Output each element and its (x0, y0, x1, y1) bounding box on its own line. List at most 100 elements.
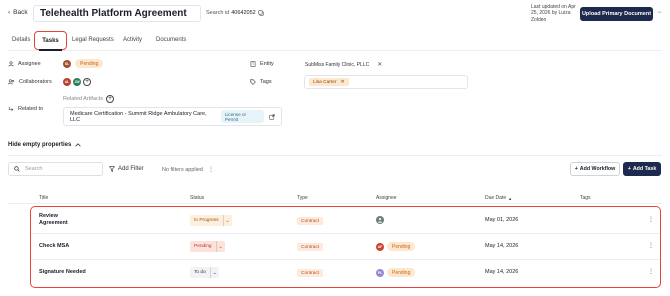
filter-icon (109, 166, 115, 172)
related-to-row: Related to (8, 106, 43, 112)
chevron-down-icon: ⌄ (209, 267, 219, 278)
assignee-row: Assignee (8, 61, 41, 67)
row-menu-icon[interactable]: ⋮ (648, 216, 654, 223)
add-filter-button[interactable]: Add Filter (109, 166, 144, 172)
column-header-tags[interactable]: Tags (580, 195, 591, 201)
plus-icon: + (574, 166, 578, 172)
column-header-due-date[interactable]: Due Date ▲ (485, 195, 512, 201)
tab-tasks[interactable]: Tasks (34, 31, 67, 50)
assignee-cell[interactable]: AF Pending (376, 242, 416, 251)
avatar: SL (63, 59, 71, 68)
tab-documents[interactable]: Documents (156, 37, 186, 43)
collaborators-row: Collaborators (8, 79, 52, 85)
status-badge: Pending (387, 268, 416, 277)
building-icon (250, 61, 256, 67)
vertical-dots-icon[interactable]: ⋮ (208, 166, 214, 173)
no-filters-indicator: No filters applied ⋮ (162, 166, 214, 174)
type-badge: Contract (297, 243, 324, 251)
due-date: May 01, 2026 (485, 217, 519, 223)
search-id-value: 40642052 (231, 10, 256, 16)
chevron-up-icon (75, 143, 82, 147)
no-filters-label: No filters applied (162, 166, 203, 173)
tag-chip: Lisa Carter ✕ (309, 78, 349, 86)
status-dropdown[interactable]: Pending ⌄ (190, 241, 225, 252)
add-filter-label: Add Filter (118, 166, 144, 172)
avatar: AL (63, 78, 71, 86)
assignee-value[interactable]: SL Pending (63, 59, 104, 68)
column-header-assignee[interactable]: Assignee (376, 195, 397, 201)
add-collaborator-icon[interactable]: + (83, 78, 91, 86)
status-label: Pending (194, 244, 212, 249)
last-updated-text: Last updated on Apr 25, 2026 by Luiza Zo… (531, 4, 576, 23)
status-dropdown[interactable]: In Progress ⌄ (190, 215, 232, 226)
add-artifact-icon[interactable]: + (106, 95, 115, 103)
add-workflow-button[interactable]: + Add Workflow (570, 162, 620, 176)
task-title[interactable]: Review Agreement (39, 213, 79, 227)
status-dropdown[interactable]: To do ⌄ (190, 267, 219, 278)
artifact-name: Medicare Certification - Summit Ridge Am… (70, 110, 207, 123)
tab-legal-requests[interactable]: Legal Requests (72, 37, 114, 43)
due-date: May 14, 2026 (485, 243, 519, 249)
user-icon (8, 61, 14, 67)
task-rows-highlight (30, 206, 661, 288)
search-id-label: Search id (206, 10, 230, 16)
search-input[interactable]: Search (8, 162, 103, 176)
column-header-type[interactable]: Type (297, 195, 308, 201)
section-divider (8, 155, 662, 156)
tab-divider (8, 50, 662, 51)
add-task-button[interactable]: + Add Task (623, 162, 661, 176)
assignee-cell[interactable]: PL Pending (376, 268, 416, 277)
more-options-icon[interactable]: ··· (657, 9, 662, 16)
avatar: AF (376, 242, 384, 251)
back-label: Back (13, 9, 28, 16)
column-header-status[interactable]: Status (190, 195, 204, 201)
entity-row: Entity (250, 61, 274, 67)
entity-name: SubMiss Family Clinic, PLLC (305, 61, 370, 68)
due-date: May 14, 2026 (485, 269, 519, 275)
close-icon[interactable]: ✕ (377, 61, 382, 68)
collaborators-value[interactable]: AL JW + (63, 78, 91, 86)
active-tab-indicator (39, 49, 62, 51)
search-placeholder: Search (25, 166, 43, 172)
entity-value[interactable]: SubMiss Family Clinic, PLLC ✕ (305, 61, 382, 69)
status-label: To do (194, 270, 206, 275)
task-title[interactable]: Check MSA (39, 243, 69, 250)
row-menu-icon[interactable]: ⋮ (648, 242, 654, 249)
sort-asc-icon: ▲ (508, 195, 513, 201)
tag-icon (250, 79, 256, 85)
search-icon (14, 166, 20, 172)
tags-input[interactable]: Lisa Carter ✕ (304, 75, 468, 89)
external-link-icon[interactable] (269, 113, 275, 120)
upload-primary-document-button[interactable]: Upload Primary Document (580, 7, 653, 21)
users-icon (8, 79, 15, 85)
related-artifacts-header: Related Artifacts + (63, 95, 115, 103)
link-arrow-icon (8, 106, 14, 112)
hide-empty-properties-label: Hide empty properties (8, 142, 72, 148)
avatar[interactable] (376, 216, 384, 224)
add-workflow-label: Add Workflow (579, 166, 616, 172)
hide-empty-properties-toggle[interactable]: Hide empty properties (8, 142, 82, 148)
chevron-down-icon: ⌄ (222, 215, 232, 226)
chevron-down-icon: ⌄ (215, 241, 225, 252)
status-label: In Progress (194, 218, 219, 223)
tags-label: Tags (260, 79, 272, 85)
related-artifact-card[interactable]: Medicare Certification - Summit Ridge Am… (63, 107, 282, 126)
plus-icon: + (627, 166, 631, 172)
avatar: PL (376, 268, 384, 277)
status-badge: Pending (75, 59, 104, 68)
title-input[interactable]: Telehealth Platform Agreement (33, 5, 201, 22)
row-menu-icon[interactable]: ⋮ (648, 268, 654, 275)
add-task-label: Add Task (632, 166, 657, 172)
tab-activity[interactable]: Activity (123, 37, 142, 43)
avatar: JW (73, 78, 81, 86)
column-header-title[interactable]: Title (39, 195, 48, 201)
copy-icon[interactable] (258, 10, 264, 16)
task-title[interactable]: Signature Needed (39, 269, 86, 276)
close-icon[interactable]: ✕ (340, 80, 344, 85)
type-badge: Contract (297, 269, 324, 277)
row-divider (31, 233, 660, 234)
tab-details[interactable]: Details (12, 37, 30, 43)
related-artifacts-label: Related Artifacts (63, 96, 104, 102)
due-date-header-label: Due Date (485, 195, 507, 201)
back-button[interactable]: ‹ Back (8, 9, 28, 16)
